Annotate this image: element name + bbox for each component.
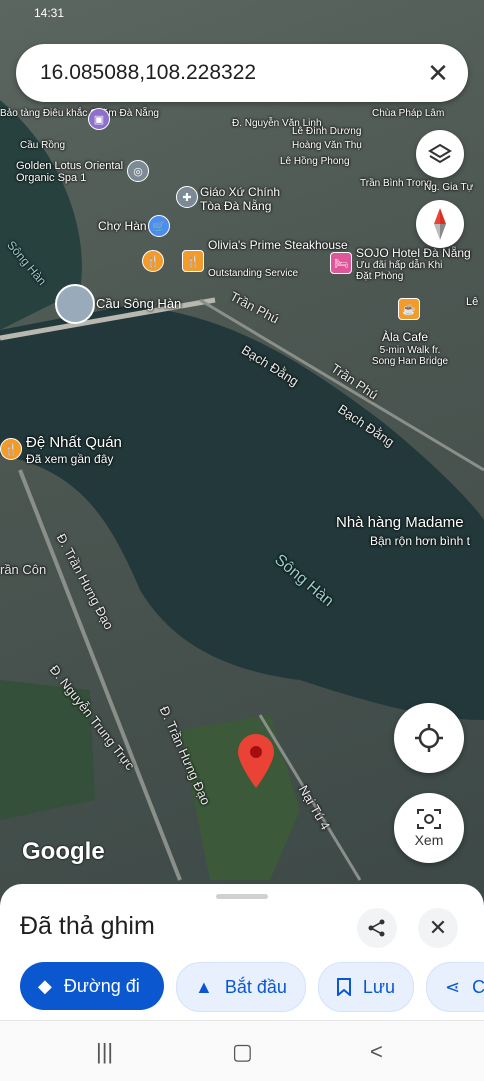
label-sojo[interactable]: SOJO Hotel Đà Nẵng — [356, 246, 471, 260]
directions-icon: ◆ — [38, 975, 52, 996]
label-ala-cafe[interactable]: Àla Cafe — [382, 330, 428, 344]
crosshair-icon — [415, 724, 443, 752]
label-golden-lotus[interactable]: Golden Lotus Oriental Organic Spa 1 — [16, 160, 128, 184]
sheet-close-button[interactable]: ✕ — [418, 908, 458, 948]
label-cau-song-han[interactable]: Cầu Sông Hàn — [96, 296, 181, 311]
sheet-drag-handle[interactable] — [216, 894, 268, 899]
sheet-title: Đã thả ghim — [20, 912, 155, 940]
label-ala-sub: 5-min Walk fr. Song Han Bridge — [371, 345, 449, 367]
my-location-button[interactable] — [394, 703, 464, 773]
bridge-photo-icon[interactable] — [55, 284, 95, 324]
back-icon[interactable]: < — [370, 1039, 383, 1065]
action-chips: ◆ Đường đi ▲ Bắt đầu Lưu ⋖ C — [20, 962, 484, 1012]
cafe-icon[interactable]: ☕ — [398, 298, 420, 320]
church-icon[interactable]: ✚ — [176, 186, 198, 208]
label-cho-han[interactable]: Chợ Hàn — [98, 219, 147, 233]
share-chip-label: C — [472, 976, 484, 997]
xem-label: Xem — [414, 832, 444, 848]
google-logo: Google — [22, 838, 105, 865]
label-sojo-sub: Ưu đãi hấp dẫn Khi Đặt Phòng — [356, 260, 443, 282]
share-chip[interactable]: ⋖ C — [425, 962, 484, 1012]
search-bar[interactable]: 16.085088,108.228322 ✕ — [16, 44, 468, 102]
share-button[interactable] — [357, 908, 397, 948]
museum-icon[interactable]: ▣ — [88, 108, 110, 130]
bookmark-icon — [336, 978, 351, 996]
bottom-sheet[interactable]: Đã thả ghim ✕ ◆ Đường đi ▲ Bắt đầu Lưu ⋖… — [0, 884, 484, 1020]
dropped-pin-icon[interactable] — [234, 730, 278, 790]
label-giao-xu[interactable]: Giáo Xứ Chính Tòa Đà Nẵng — [200, 185, 282, 213]
label-le: Lê — [466, 296, 479, 308]
restaurant-recent-icon[interactable]: 🍴 — [0, 438, 22, 460]
save-label: Lưu — [362, 976, 395, 997]
label-chua[interactable]: Chùa Pháp Lâm — [372, 108, 444, 119]
label-bao-tang[interactable]: Bảo tàng Điêu khắc Chăm Đà Nẵng — [0, 108, 159, 119]
close-icon: ✕ — [428, 915, 448, 940]
home-icon[interactable]: ▢ — [232, 1039, 253, 1065]
layers-button[interactable] — [416, 130, 464, 178]
steakhouse-icon[interactable]: 🍴 — [182, 250, 204, 272]
recent-apps-icon[interactable]: ||| — [96, 1039, 113, 1065]
label-ng-gia-tu: Ng. Gia Tự — [424, 182, 474, 193]
hotel-icon[interactable]: 🛏 — [330, 252, 352, 274]
compass-icon — [434, 208, 446, 240]
directions-chip[interactable]: ◆ Đường đi — [20, 962, 164, 1010]
start-label: Bắt đầu — [224, 976, 287, 997]
directions-label: Đường đi — [63, 975, 140, 996]
market-icon[interactable]: 🛒 — [148, 215, 170, 237]
label-tran-binh-trong: Trần Bình Trọng — [360, 178, 432, 189]
label-le-dinh-duong: Lê Đình Dương — [292, 126, 362, 137]
label-olivias[interactable]: Olivia's Prime Steakhouse — [208, 238, 348, 252]
restaurant-icon[interactable]: 🍴 — [142, 250, 164, 272]
save-chip[interactable]: Lưu — [317, 962, 414, 1012]
share-icon: ⋖ — [444, 976, 461, 997]
status-time: 14:31 — [34, 6, 65, 20]
label-hoang-van-thu: Hoàng Văn Thụ — [292, 140, 362, 151]
search-query[interactable]: 16.085088,108.228322 — [40, 61, 416, 85]
label-cau-rong[interactable]: Cầu Rồng — [20, 140, 65, 151]
road-tran-con: rần Côn — [0, 562, 47, 577]
label-madame-sub: Bận rộn hơn bình t — [370, 534, 470, 548]
xem-button[interactable]: Xem — [394, 793, 464, 863]
navigation-arrow-icon: ▲ — [195, 976, 213, 997]
compass-button[interactable] — [416, 200, 464, 248]
label-olivias-sub: Outstanding Service — [208, 268, 299, 279]
share-icon — [368, 919, 385, 937]
spa-icon[interactable]: ◎ — [127, 160, 149, 182]
close-icon[interactable]: ✕ — [416, 51, 460, 95]
label-madame[interactable]: Nhà hàng Madame — [336, 514, 464, 531]
status-bar: 14:31 — [0, 0, 484, 26]
layers-icon — [428, 143, 452, 164]
camera-view-icon — [417, 809, 441, 829]
label-de-nhat[interactable]: Đệ Nhất Quán — [26, 434, 122, 451]
label-le-hong-phong: Lê Hồng Phong — [280, 156, 350, 167]
start-chip[interactable]: ▲ Bắt đầu — [176, 962, 306, 1012]
label-de-nhat-sub: Đã xem gần đây — [26, 452, 114, 466]
system-nav-bar: ||| ▢ < — [0, 1020, 484, 1081]
